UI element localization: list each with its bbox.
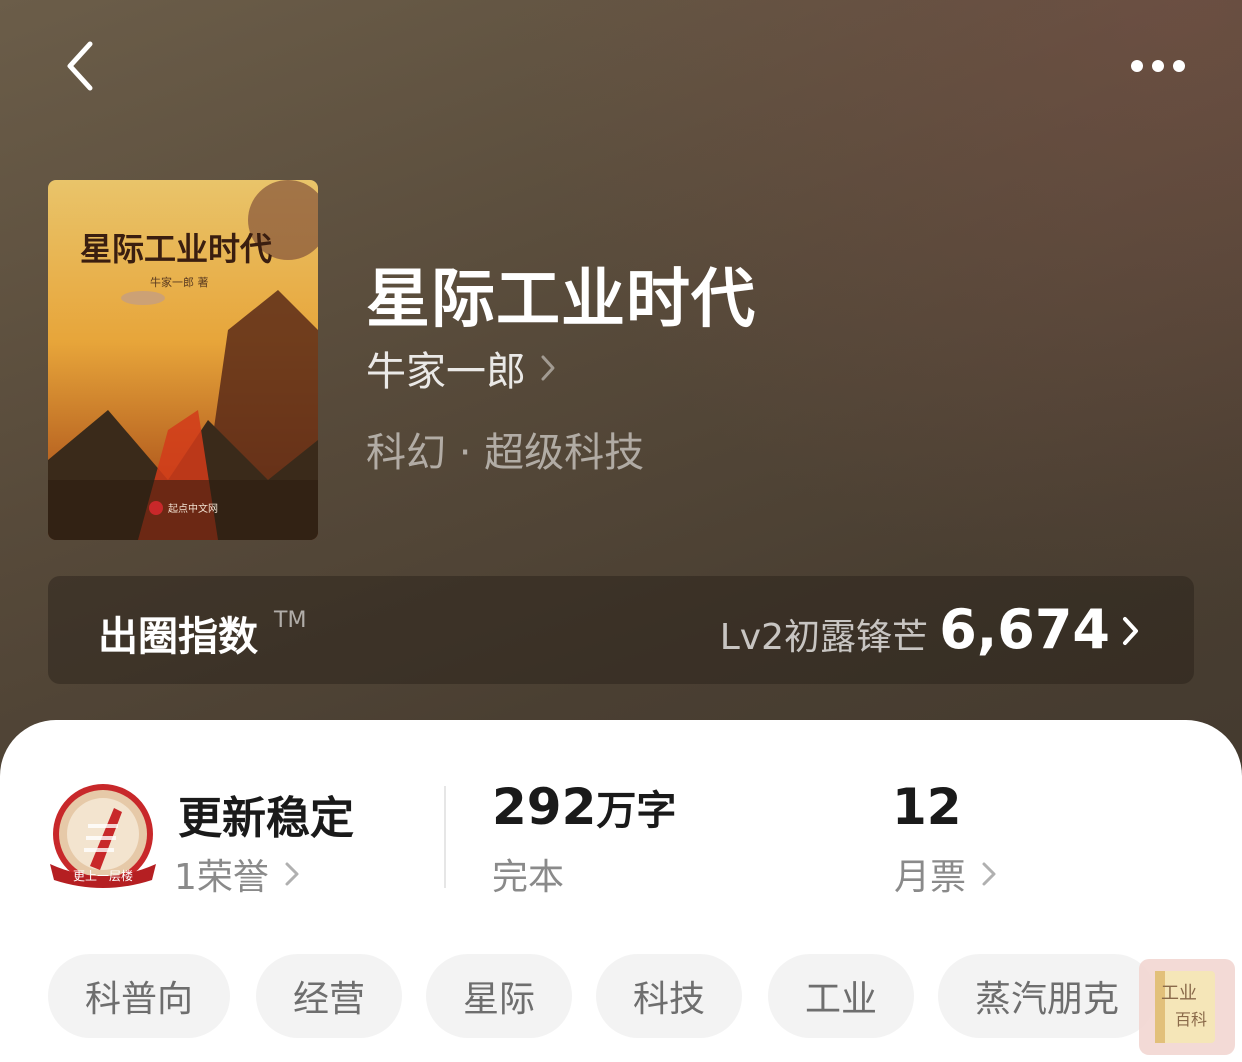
word-count-number: 292 <box>492 778 597 836</box>
word-count: 292万字 <box>492 778 676 836</box>
honor-badge-icon[interactable]: 更上一层楼 <box>48 784 158 894</box>
monthly-ticket-label: 月票 <box>894 857 967 898</box>
watermark-logo: 工业 百科 <box>1137 957 1237 1057</box>
more-dots-icon <box>1131 60 1185 72</box>
book-genre: 科幻 · 超级科技 <box>366 430 645 476</box>
author-link[interactable]: 牛家一郎 <box>366 340 558 396</box>
book-info-panel: 更上一层楼 更新稳定 1荣誉 292万字 完本 12 月票 科普向 经营 星际 … <box>0 720 1242 1062</box>
book-cover[interactable]: 星际工业时代 牛家一郎 著 起点中文网 <box>48 180 318 540</box>
badge-text: 更上一层楼 <box>73 868 133 883</box>
tag-chip[interactable]: 经营 <box>256 954 402 1038</box>
back-button[interactable] <box>52 36 112 96</box>
chevron-right-icon <box>982 862 996 886</box>
cover-publisher-text: 起点中文网 <box>168 502 218 515</box>
chevron-right-icon <box>541 355 555 381</box>
stat-divider <box>444 786 446 888</box>
index-score: 6,674 <box>939 598 1110 661</box>
trademark-mark: TM <box>274 608 307 633</box>
watermark-text-1: 工业 <box>1161 983 1197 1004</box>
cover-author-text: 牛家一郎 著 <box>150 275 209 289</box>
cover-title-text: 星际工业时代 <box>80 230 272 268</box>
tag-chip[interactable]: 蒸汽朋克 <box>938 954 1156 1038</box>
tag-chip[interactable]: 科普向 <box>48 954 230 1038</box>
chevron-right-icon <box>285 862 299 886</box>
watermark-text-2: 百科 <box>1175 1010 1207 1029</box>
completion-status: 完本 <box>492 857 565 898</box>
tag-chip[interactable]: 工业 <box>768 954 914 1038</box>
index-level: Lv2初露锋芒 <box>719 617 928 658</box>
more-button[interactable] <box>1120 40 1200 90</box>
monthly-ticket-link[interactable]: 月票 <box>894 848 998 900</box>
popularity-index-bar[interactable]: 出圈指数 TM Lv2初露锋芒 6,674 <box>48 576 1194 684</box>
honor-link[interactable]: 1荣誉 <box>174 848 301 900</box>
monthly-ticket-count: 12 <box>892 778 962 836</box>
chevron-right-icon <box>1123 617 1138 645</box>
word-count-unit: 万字 <box>596 788 677 834</box>
author-name: 牛家一郎 <box>366 349 526 395</box>
book-title: 星际工业时代 <box>366 262 756 337</box>
tag-chip[interactable]: 星际 <box>426 954 572 1038</box>
index-label: 出圈指数 <box>98 614 258 660</box>
tag-chip[interactable]: 科技 <box>596 954 742 1038</box>
honor-title: 更新稳定 <box>178 793 354 844</box>
chevron-left-icon <box>67 41 93 91</box>
honor-count: 1荣誉 <box>174 857 269 898</box>
